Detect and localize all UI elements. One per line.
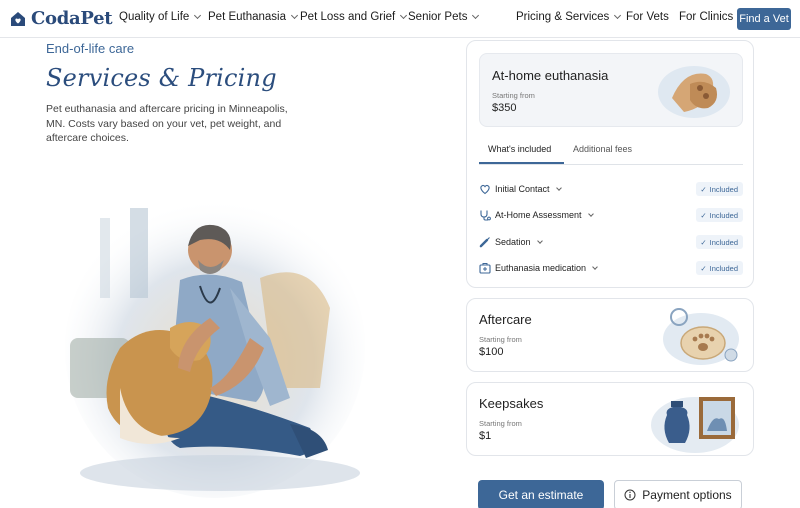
keepsakes-title: Keepsakes (479, 396, 544, 411)
payment-options-button[interactable]: Payment options (614, 480, 742, 508)
tab-whats-included[interactable]: What's included (488, 144, 551, 154)
item-label: Initial Contact (495, 184, 562, 194)
page-description: Pet euthanasia and aftercare pricing in … (46, 103, 288, 144)
status-badge: ✓ Included (696, 182, 743, 196)
keepsakes-card[interactable]: Keepsakes Starting from $1 (466, 382, 754, 456)
tab-additional-fees[interactable]: Additional fees (573, 144, 632, 154)
starting-from-label: Starting from (479, 335, 522, 344)
eyebrow-label: End-of-life care (46, 41, 135, 56)
nav-item-quality-of-life[interactable]: Quality of Life (119, 11, 202, 23)
status-text: Included (709, 210, 738, 220)
find-a-vet-button[interactable]: Find a Vet (737, 8, 791, 30)
medical-kit-icon (479, 263, 491, 274)
chevron-down-icon (400, 11, 408, 20)
nav-item-label: For Clinics (679, 11, 734, 23)
check-icon: ✓ (700, 210, 707, 220)
nav-item-label: Pet Euthanasia (208, 11, 287, 23)
included-item-initial-contact[interactable]: Initial Contact ✓ Included (479, 179, 743, 199)
nav-item-for-vets[interactable]: For Vets (626, 11, 669, 23)
hand-paw-illustration (658, 66, 730, 118)
aftercare-price: $100 (479, 346, 504, 358)
item-label-text: Euthanasia medication (495, 263, 587, 273)
get-estimate-button[interactable]: Get an estimate (478, 480, 604, 508)
chevron-down-icon (555, 184, 562, 191)
chevron-down-icon (472, 11, 480, 20)
nav-item-pricing-services[interactable]: Pricing & Services (516, 11, 622, 23)
euthanasia-summary-card: At-home euthanasia Starting from $350 (479, 53, 743, 127)
syringe-icon (479, 237, 490, 248)
active-tab-indicator (479, 162, 564, 164)
aftercare-title: Aftercare (479, 312, 532, 327)
aftercare-card[interactable]: Aftercare Starting from $100 (466, 298, 754, 372)
service-price: $350 (492, 102, 517, 114)
urn-and-frame-illustration (651, 397, 739, 453)
nav-item-label: For Vets (626, 11, 669, 23)
chevron-down-icon (587, 210, 594, 217)
nav-item-label: Pricing & Services (516, 11, 610, 23)
chevron-down-icon (592, 263, 598, 270)
included-item-euthanasia-medication[interactable]: Euthanasia medication ✓ Included (479, 258, 743, 278)
paw-print-keepsake-illustration (663, 308, 739, 365)
check-icon: ✓ (700, 237, 707, 247)
status-badge: ✓ Included (696, 208, 743, 222)
brand-logo[interactable]: CodaPet (9, 8, 113, 29)
starting-from-label: Starting from (479, 419, 522, 428)
item-label-text: At-Home Assessment (495, 210, 582, 220)
nav-item-senior-pets[interactable]: Senior Pets (408, 11, 480, 23)
status-text: Included (709, 263, 738, 273)
vet-with-dog-illustration (65, 198, 365, 498)
status-text: Included (709, 184, 738, 194)
item-label: At-Home Assessment (495, 210, 594, 220)
item-label: Euthanasia medication (495, 263, 598, 273)
status-badge: ✓ Included (696, 261, 743, 275)
house-heart-icon (11, 11, 25, 26)
payment-options-label: Payment options (642, 488, 732, 502)
check-icon: ✓ (700, 184, 707, 194)
chevron-down-icon (536, 237, 543, 244)
item-label: Sedation (495, 237, 543, 247)
nav-item-pet-euthanasia[interactable]: Pet Euthanasia (208, 11, 299, 23)
service-title: At-home euthanasia (492, 68, 609, 83)
service-tabs: What's included Additional fees (479, 136, 743, 165)
heart-icon (480, 184, 490, 195)
euthanasia-service-panel: At-home euthanasia Starting from $350 Wh… (466, 40, 754, 288)
included-item-sedation[interactable]: Sedation ✓ Included (479, 232, 743, 252)
item-label-text: Sedation (495, 237, 531, 247)
status-badge: ✓ Included (696, 235, 743, 249)
nav-item-for-clinics[interactable]: For Clinics (679, 11, 733, 23)
page-title: Services & Pricing (46, 64, 277, 92)
starting-from-label: Starting from (492, 91, 535, 100)
brand-name: CodaPet (31, 8, 113, 29)
nav-item-label: Senior Pets (408, 11, 468, 23)
nav-item-label: Quality of Life (119, 11, 190, 23)
item-label-text: Initial Contact (495, 184, 550, 194)
top-nav: CodaPet Quality of Life Pet Euthanasia P… (0, 0, 800, 38)
check-icon: ✓ (700, 263, 707, 273)
included-item-at-home-assessment[interactable]: At-Home Assessment ✓ Included (479, 205, 743, 225)
chevron-down-icon (194, 11, 202, 20)
info-icon (624, 489, 636, 501)
status-text: Included (709, 237, 738, 247)
nav-item-label: Pet Loss and Grief (300, 11, 396, 23)
keepsakes-price: $1 (479, 430, 492, 442)
chevron-down-icon (614, 11, 622, 20)
stethoscope-icon (480, 210, 491, 221)
nav-item-pet-loss-and-grief[interactable]: Pet Loss and Grief (300, 11, 408, 23)
chevron-down-icon (290, 11, 299, 20)
